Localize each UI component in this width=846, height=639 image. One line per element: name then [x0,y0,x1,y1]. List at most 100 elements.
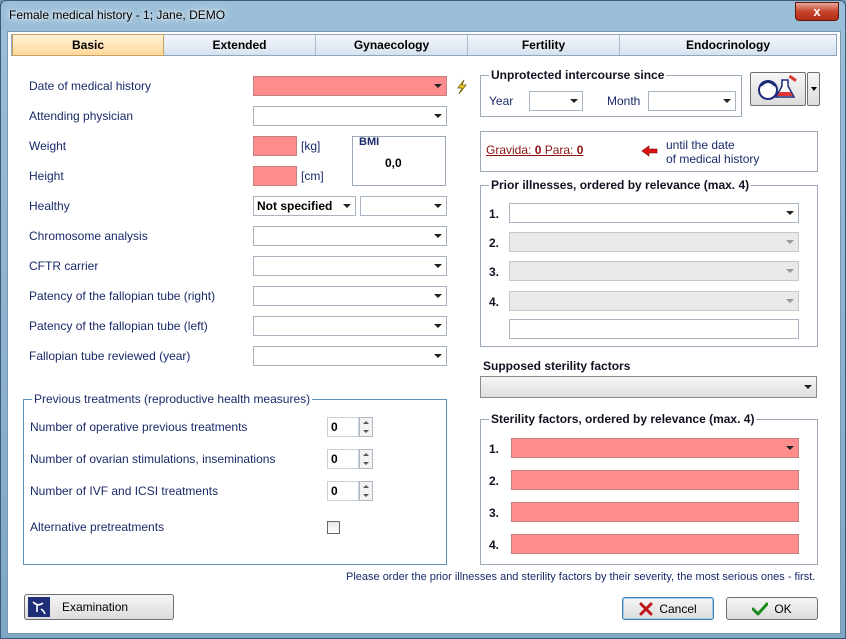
height-label: Height [29,169,64,183]
previous-treatments-title: Previous treatments (reproductive health… [32,392,313,406]
ovarian-value[interactable]: 0 [327,449,359,469]
height-input[interactable] [253,166,297,186]
arrow-down-icon [363,430,369,433]
sterility-factor-number-4: 4. [489,538,500,552]
physician-flask-icon [758,74,797,100]
height-unit: [cm] [301,169,324,183]
month-combo[interactable] [648,91,736,111]
patency-right-combo[interactable] [253,286,447,306]
healthy-label: Healthy [29,199,70,213]
until-line-2: of medical history [666,152,760,166]
prior-illness-2-combo [509,232,799,252]
sterility-factor-number-1: 1. [489,442,500,456]
healthy-combo[interactable]: Not specified [253,196,356,216]
gravida-para-link[interactable]: Gravida: 0 Para: 0 [486,143,583,157]
examination-icon [28,597,50,617]
tab-content-basic: Date of medical history Attending physic… [8,58,840,633]
sterility-factors-title: Sterility factors, ordered by relevance … [489,412,757,426]
close-button[interactable]: x [795,2,839,21]
prior-illnesses-group: Prior illnesses, ordered by relevance (m… [480,178,818,347]
year-label: Year [489,94,514,108]
supposed-factors-combo[interactable] [480,376,817,398]
cancel-button[interactable]: Cancel [622,597,714,620]
chevron-down-icon [434,294,442,298]
title-bar[interactable]: Female medical history - 1; Jane, DEMO x [1,1,845,31]
cftr-combo[interactable] [253,256,447,276]
arrow-up-icon [363,453,369,456]
tab-basic[interactable]: Basic [12,34,164,56]
ok-label: OK [774,601,792,616]
ok-button[interactable]: OK [726,597,818,620]
cftr-label: CFTR carrier [29,259,99,273]
sterility-factor-2-input[interactable] [511,470,799,490]
date-of-history-label: Date of medical history [29,79,152,93]
chevron-down-icon [434,234,442,238]
prior-illness-number-2: 2. [489,236,500,250]
intercourse-title: Unprotected intercourse since [489,68,667,82]
operative-label: Number of operative previous treatments [30,420,248,434]
arrow-down-icon [363,494,369,497]
patency-left-combo[interactable] [253,316,447,336]
arrow-left-icon [641,145,658,157]
chevron-down-icon [570,99,578,103]
prior-illness-number-4: 4. [489,295,500,309]
alternative-checkbox[interactable] [327,521,340,534]
knowledge-assistant-button[interactable] [750,72,806,106]
chevron-down-icon [434,114,442,118]
chevron-down-icon [434,354,442,358]
sterility-factor-number-3: 3. [489,506,500,520]
examination-label: Examination [62,600,129,614]
operative-value[interactable]: 0 [327,417,359,437]
chevron-down-icon [434,204,442,208]
ivf-label: Number of IVF and ICSI treatments [30,484,219,498]
prior-illness-3-combo [509,261,799,281]
weight-input[interactable] [253,136,297,156]
sterility-factor-3-input[interactable] [511,502,799,522]
stepper-buttons[interactable] [359,481,373,501]
sterility-factor-4-input[interactable] [511,534,799,554]
year-combo[interactable] [529,91,583,111]
bmi-panel: BMI 0,0 [352,136,446,186]
sterility-factor-1-combo[interactable] [511,438,799,458]
healthy-value: Not specified [257,199,333,213]
tab-extended[interactable]: Extended [164,35,316,55]
gravida-panel: Gravida: 0 Para: 0 until the date of med… [480,131,818,172]
gravida-label: Gravida: [486,143,535,157]
bmi-value: 0,0 [385,156,402,170]
stepper-buttons[interactable] [359,449,373,469]
tube-reviewed-combo[interactable] [253,346,447,366]
dialog-client-area: Basic Extended Gynaecology Fertility End… [7,31,841,634]
previous-treatments-group: Previous treatments (reproductive health… [23,392,447,565]
month-label: Month [607,94,641,108]
sterility-factors-group: Sterility factors, ordered by relevance … [480,412,818,565]
stepper-buttons[interactable] [359,417,373,437]
para-label: Para: [541,143,577,157]
para-value: 0 [576,143,584,157]
ordering-note: Please order the prior illnesses and ste… [346,571,816,583]
knowledge-assistant-dropdown[interactable] [807,72,820,106]
tab-gynaecology[interactable]: Gynaecology [316,35,468,55]
chevron-down-icon [786,211,794,215]
chromosome-combo[interactable] [253,226,447,246]
date-of-history-combo[interactable] [253,76,447,96]
chevron-down-icon [810,87,817,91]
attending-physician-combo[interactable] [253,106,447,126]
intercourse-group: Unprotected intercourse since Year Month [480,68,742,117]
patency-right-label: Patency of the fallopian tube (right) [29,289,216,303]
healthy-detail-combo[interactable] [360,196,447,216]
prior-illness-extra-input[interactable] [509,319,799,339]
ovarian-label: Number of ovarian stimulations, insemina… [30,452,276,466]
prior-illness-1-combo[interactable] [509,203,799,223]
weight-unit: [kg] [301,139,321,153]
attending-physician-label: Attending physician [29,109,134,123]
arrow-up-icon [363,485,369,488]
tab-bar: Basic Extended Gynaecology Fertility End… [11,34,837,56]
tab-endocrinology[interactable]: Endocrinology [620,35,836,55]
examination-button[interactable]: Examination [24,594,174,620]
tab-fertility[interactable]: Fertility [468,35,620,55]
chevron-down-icon [786,269,794,273]
ivf-value[interactable]: 0 [327,481,359,501]
lightning-icon[interactable] [454,79,470,95]
supposed-factors-title: Supposed sterility factors [483,359,631,373]
chevron-down-icon [786,240,794,244]
